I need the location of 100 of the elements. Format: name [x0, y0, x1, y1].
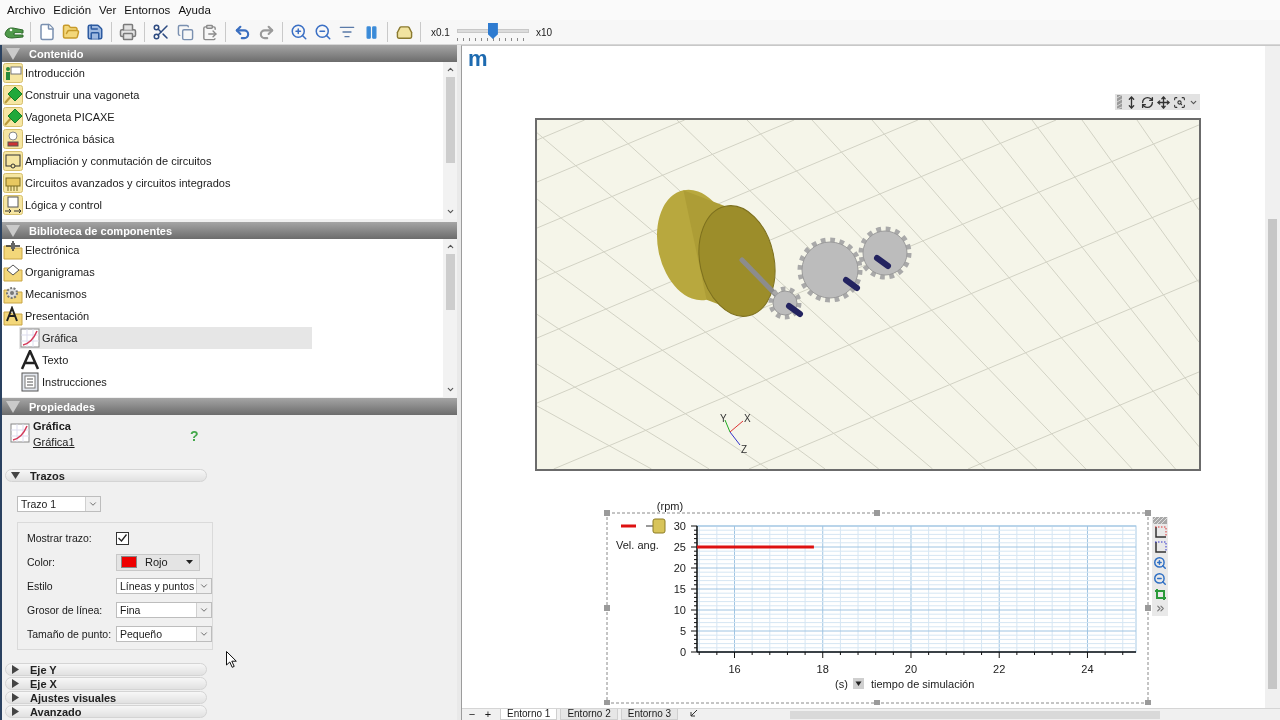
vertical-scrollbar[interactable]: [443, 62, 457, 219]
x-axis-title: tiempo de simulación: [871, 678, 975, 690]
vertical-scrollbar[interactable]: [443, 239, 457, 397]
speed-slider[interactable]: [456, 22, 529, 42]
zoom-out-icon[interactable]: [1153, 572, 1167, 586]
undo-icon[interactable]: [233, 23, 251, 41]
tick-label: 22: [993, 663, 1006, 675]
zoom-box-icon[interactable]: [1173, 95, 1186, 109]
grip-icon[interactable]: [1153, 517, 1167, 524]
resize-handle[interactable]: [604, 605, 610, 611]
grip-icon[interactable]: [1117, 95, 1122, 109]
slider-thumb[interactable]: [487, 23, 498, 39]
axis-icon[interactable]: [1153, 541, 1167, 554]
folder-icon[interactable]: [62, 23, 80, 41]
resize-handle[interactable]: [1145, 700, 1151, 705]
double-chevron-icon[interactable]: [1154, 603, 1166, 614]
copy-icon[interactable]: [176, 23, 194, 41]
logo: m: [468, 49, 488, 69]
x-axis-unit: (s): [835, 678, 848, 690]
section-header[interactable]: Avanzado: [5, 705, 207, 718]
menu-item[interactable]: Ayuda: [174, 1, 215, 19]
chevron-down-icon[interactable]: [445, 207, 455, 216]
new-document-icon[interactable]: [38, 23, 56, 41]
list-item[interactable]: Ampliación y conmutación de circuitos: [2, 150, 443, 172]
save-icon[interactable]: [86, 23, 104, 41]
tree-item[interactable]: Presentación: [2, 305, 443, 327]
resize-handle[interactable]: [604, 510, 610, 516]
chevron-down-icon: [199, 605, 209, 615]
checkbox[interactable]: [116, 531, 129, 545]
menu-item[interactable]: Edición: [49, 1, 96, 19]
resize-handle[interactable]: [1145, 605, 1151, 611]
color-dropdown[interactable]: Rojo: [116, 553, 200, 571]
tree-item[interactable]: Mecanismos: [2, 283, 443, 305]
axis-icon[interactable]: [1153, 526, 1167, 539]
fit-view-icon[interactable]: [1153, 588, 1167, 601]
list-item[interactable]: Construir una vagoneta: [2, 84, 443, 106]
chevron-up-icon[interactable]: [445, 65, 455, 74]
resize-handle[interactable]: [874, 700, 880, 705]
zoom-in-icon[interactable]: [1153, 556, 1167, 570]
tree-item[interactable]: Electrónica: [2, 239, 443, 261]
field-label: Color:: [27, 556, 56, 568]
scrollbar-thumb[interactable]: [445, 254, 455, 310]
diagonal-arrow-icon[interactable]: [690, 709, 699, 717]
chevron-down-icon[interactable]: [445, 385, 455, 394]
rotate-icon[interactable]: [1141, 95, 1154, 109]
speed-max-label: x10: [535, 26, 553, 38]
tree-item[interactable]: Gráfica: [19, 327, 312, 349]
vertical-scrollbar[interactable]: [1265, 46, 1280, 708]
tab[interactable]: Entorno 3: [620, 709, 679, 720]
crocodile-icon[interactable]: [4, 25, 24, 39]
panel-header[interactable]: Biblioteca de componentes: [2, 222, 457, 239]
resize-handle[interactable]: [874, 510, 880, 516]
section-header[interactable]: Ajustes visuales: [5, 691, 207, 704]
list-item[interactable]: Circuitos avanzados y circuitos integrados: [2, 172, 443, 194]
dropdown[interactable]: Fina: [116, 602, 212, 618]
list-item[interactable]: Introducción: [2, 62, 443, 84]
panel-header[interactable]: Contenido: [2, 45, 457, 62]
menu-item[interactable]: Archivo: [3, 1, 50, 19]
tab[interactable]: Entorno 2: [560, 709, 618, 720]
chevron-up-icon[interactable]: [445, 242, 455, 251]
menu-item[interactable]: Entornos: [120, 1, 175, 19]
unit-dropdown-button[interactable]: [853, 678, 864, 689]
document-icon: [20, 372, 40, 392]
scrollbar-thumb[interactable]: [445, 77, 455, 163]
object-name-link[interactable]: Gráfica1: [33, 435, 75, 449]
scissors-icon[interactable]: [152, 23, 170, 41]
zoom-in-icon[interactable]: [290, 23, 308, 41]
section-header[interactable]: Trazos: [5, 469, 207, 482]
printer-icon[interactable]: [119, 23, 137, 41]
minus-button[interactable]: −: [465, 709, 479, 719]
move-icon[interactable]: [1157, 95, 1170, 109]
tree-item[interactable]: Texto: [19, 349, 312, 371]
menu-item[interactable]: Ver: [95, 1, 121, 19]
tick-label: 5: [679, 625, 686, 637]
list-item[interactable]: Vagoneta PICAXE: [2, 106, 443, 128]
dropdown[interactable]: Pequeño: [116, 626, 212, 642]
list-item[interactable]: Electrónica básica: [2, 128, 443, 150]
tree-item[interactable]: Organigramas: [2, 261, 443, 283]
clipboard-icon[interactable]: [200, 23, 218, 41]
section-header[interactable]: Eje Y: [5, 663, 207, 676]
scrollbar-thumb[interactable]: [1268, 219, 1277, 689]
tree-item[interactable]: Instrucciones: [19, 371, 312, 393]
tick-label: 18: [816, 663, 829, 675]
list-item[interactable]: Lógica y control: [2, 194, 443, 216]
pause-icon[interactable]: [363, 24, 379, 40]
section-header[interactable]: Eje X: [5, 677, 207, 690]
resize-handle[interactable]: [1145, 510, 1151, 516]
plus-button[interactable]: +: [481, 709, 495, 719]
filter-icon[interactable]: [339, 24, 355, 40]
dropdown[interactable]: Líneas y puntos: [116, 578, 212, 594]
panel-header[interactable]: Propiedades: [2, 398, 457, 415]
tab[interactable]: Entorno 1: [500, 709, 558, 720]
resize-handle[interactable]: [604, 700, 610, 705]
zoom-out-icon[interactable]: [314, 23, 332, 41]
object-type-label: Gráfica: [33, 419, 71, 433]
tick-label: 25: [673, 541, 686, 553]
tick-label: 30: [673, 520, 686, 532]
dropdown[interactable]: Trazo 1: [17, 496, 101, 512]
tray-icon[interactable]: [395, 23, 413, 41]
redo-icon[interactable]: [257, 23, 275, 41]
